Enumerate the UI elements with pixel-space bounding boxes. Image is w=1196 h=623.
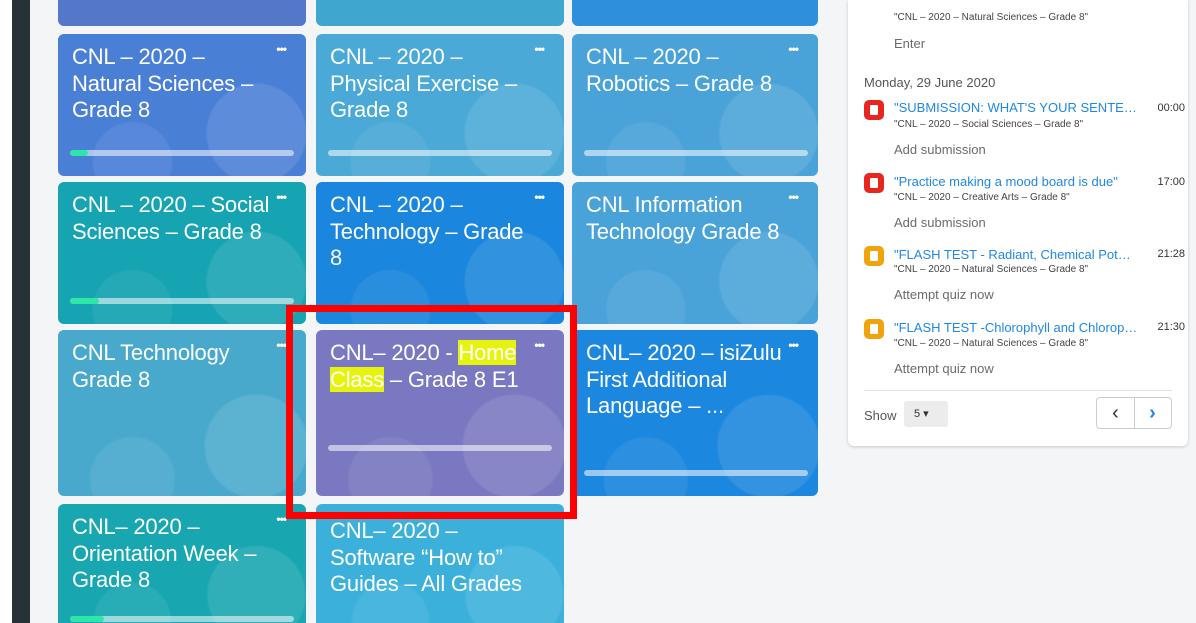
course-title-text: CNL – 2020 – Physical Exercise – Grade 8 (330, 44, 517, 122)
event-title-link[interactable]: "SUBMISSION: WHAT'S YOUR SENTENCE?" (894, 100, 1138, 115)
event-action-link[interactable]: Add submission (894, 215, 986, 230)
left-sidebar-strip (12, 0, 30, 623)
course-title[interactable]: CNL – 2020 – Natural Sciences – Grade 8 (72, 44, 272, 124)
course-title-text: CNL Technology Grade 8 (72, 340, 230, 392)
course-title[interactable]: CNL Information Technology Grade 8 (586, 192, 786, 245)
chevron-left-icon[interactable]: ‹ (1097, 398, 1135, 428)
chevron-right-icon[interactable]: › (1134, 398, 1171, 428)
pagination: ‹ › (1096, 397, 1172, 429)
course-title[interactable]: CNL– 2020 – Orientation Week – Grade 8 (72, 514, 272, 594)
event-action-link[interactable]: Attempt quiz now (894, 361, 994, 376)
timeline-panel: "CNL – 2020 – Natural Sciences – Grade 8… (848, 0, 1188, 446)
event-action-link[interactable]: Attempt quiz now (894, 287, 994, 302)
course-menu-icon[interactable]: ••• (788, 42, 799, 56)
event-course: "CNL – 2020 – Creative Arts – Grade 8" (894, 192, 1070, 203)
partial-card[interactable] (572, 0, 818, 26)
course-menu-icon[interactable]: ••• (534, 42, 545, 56)
course-card[interactable]: CNL– 2020 – isiZulu First Additional Lan… (572, 330, 818, 496)
course-progress-bar (584, 470, 808, 476)
course-menu-icon[interactable]: ••• (276, 190, 287, 204)
course-progress-bar (328, 150, 552, 156)
quiz-icon (864, 319, 884, 339)
course-card[interactable]: CNL – 2020 – Robotics – Grade 8 ••• (572, 34, 818, 176)
course-card[interactable]: CNL– 2020 – Software “How to” Guides – A… (316, 504, 564, 623)
course-progress-bar (70, 616, 294, 622)
course-card[interactable]: CNL – 2020 – Social Sciences – Grade 8 •… (58, 182, 306, 324)
course-card[interactable]: CNL – 2020 – Natural Sciences – Grade 8 … (58, 34, 306, 176)
course-card[interactable]: CNL Technology Grade 8 ••• (58, 330, 306, 496)
course-menu-icon[interactable]: ••• (788, 338, 799, 352)
course-progress-bar (70, 150, 294, 156)
course-title[interactable]: CNL – 2020 – Social Sciences – Grade 8 (72, 192, 272, 245)
course-title-text: CNL – 2020 – Social Sciences – Grade 8 (72, 192, 270, 244)
partial-card[interactable] (316, 0, 564, 26)
event-action-link[interactable]: Enter (894, 36, 925, 51)
course-card[interactable]: CNL Information Technology Grade 8 ••• (572, 182, 818, 324)
course-title-text: CNL – 2020 – Natural Sciences – Grade 8 (72, 44, 254, 122)
course-menu-icon[interactable]: ••• (276, 42, 287, 56)
event-time: 21:30 (1157, 321, 1185, 333)
timeline-date: Monday, 29 June 2020 (864, 75, 996, 90)
course-title[interactable]: CNL – 2020 – Physical Exercise – Grade 8 (330, 44, 530, 124)
event-course: "CNL – 2020 – Natural Sciences – Grade 8… (894, 12, 1089, 23)
course-card[interactable]: CNL – 2020 – Technology – Grade 8 ••• (316, 182, 564, 324)
course-title-text: CNL– 2020 – Orientation Week – Grade 8 (72, 514, 257, 592)
event-course: "CNL – 2020 – Social Sciences – Grade 8" (894, 119, 1084, 130)
event-title-link[interactable]: "Practice making a mood board is due" (894, 174, 1138, 189)
event-action-link[interactable]: Add submission (894, 142, 986, 157)
progress-fill (70, 150, 88, 156)
course-menu-icon[interactable]: ••• (788, 190, 799, 204)
event-title-link[interactable]: "FLASH TEST - Radiant, Chemical Potentia… (894, 247, 1138, 262)
event-time: 21:28 (1157, 248, 1185, 260)
divider (864, 390, 1172, 391)
course-progress-bar (70, 298, 294, 304)
assignment-icon (864, 173, 884, 193)
course-progress-bar (584, 150, 808, 156)
course-menu-icon[interactable]: ••• (276, 512, 287, 526)
course-title-text: CNL– 2020 – isiZulu First Additional Lan… (586, 340, 782, 418)
event-time: 00:00 (1157, 102, 1185, 114)
progress-fill (70, 298, 100, 304)
show-label: Show (864, 408, 897, 423)
page-size-select[interactable]: 5 ▾ (904, 401, 948, 427)
course-title[interactable]: CNL– 2020 – isiZulu First Additional Lan… (586, 340, 786, 420)
course-title[interactable]: CNL Technology Grade 8 (72, 340, 272, 393)
course-card[interactable]: CNL – 2020 – Physical Exercise – Grade 8… (316, 34, 564, 176)
event-time: 17:00 (1157, 176, 1185, 188)
progress-fill (70, 616, 104, 622)
course-title-text: CNL– 2020 – Software “How to” Guides – A… (330, 518, 522, 596)
course-title[interactable]: CNL– 2020 – Software “How to” Guides – A… (330, 518, 530, 598)
partial-card[interactable] (58, 0, 306, 26)
assignment-icon (864, 100, 884, 120)
event-course: "CNL – 2020 – Natural Sciences – Grade 8… (894, 338, 1089, 349)
course-card[interactable]: CNL– 2020 – Orientation Week – Grade 8 •… (58, 504, 306, 623)
course-title-text: CNL – 2020 – Technology – Grade 8 (330, 192, 524, 270)
course-title-text: CNL – 2020 – Robotics – Grade 8 (586, 44, 772, 96)
course-menu-icon[interactable]: ••• (276, 338, 287, 352)
course-title[interactable]: CNL – 2020 – Robotics – Grade 8 (586, 44, 786, 97)
course-title[interactable]: CNL – 2020 – Technology – Grade 8 (330, 192, 530, 272)
event-course: "CNL – 2020 – Natural Sciences – Grade 8… (894, 264, 1089, 275)
event-title-link[interactable]: "FLASH TEST -Chlorophyll and Chloroplast… (894, 320, 1138, 335)
quiz-icon (864, 246, 884, 266)
course-title-text: CNL Information Technology Grade 8 (586, 192, 780, 244)
red-highlight-box (286, 305, 577, 519)
course-menu-icon[interactable]: ••• (534, 190, 545, 204)
